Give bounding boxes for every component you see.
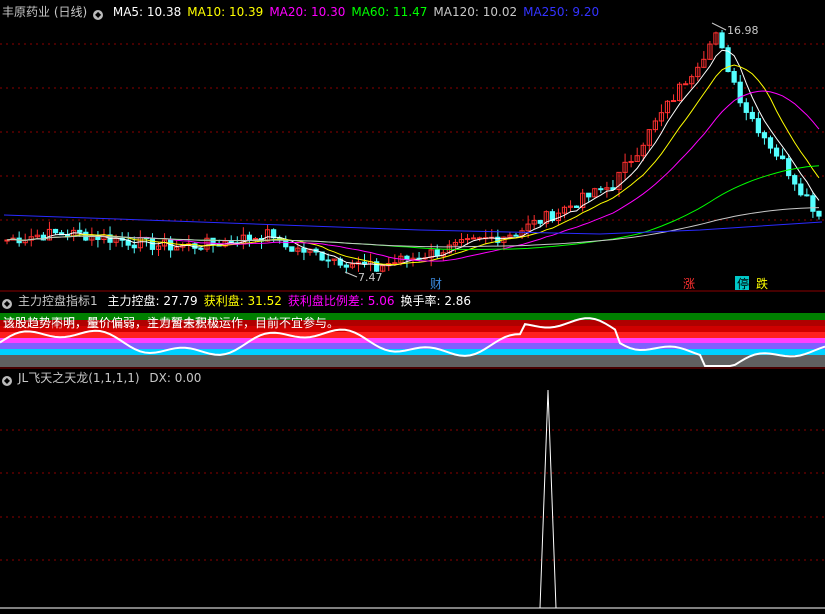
candle-body (670, 100, 677, 103)
candle-body (798, 183, 804, 196)
candle-body (719, 32, 725, 49)
candle-body (731, 71, 737, 83)
indicator-value: 获利盘: 31.52 (203, 294, 282, 308)
candle-body (749, 111, 755, 120)
indicator-values: 主力控盘: 27.79 获利盘: 31.52 获利盘比例差: 5.06 换手率: 2.… (107, 294, 477, 308)
candle-body (683, 83, 689, 86)
candle-body (246, 234, 253, 240)
event-marker: 财 (430, 277, 442, 291)
candle-body (537, 219, 543, 224)
high-price-label: 16.98 (727, 24, 759, 37)
ma5-line (6, 49, 820, 266)
indicator-value: 获利盘比例差: 5.06 (287, 294, 395, 308)
candle-body (573, 205, 580, 208)
candle-body (598, 188, 604, 191)
candle-body (755, 118, 761, 134)
candle-body (464, 238, 471, 241)
candle-body (586, 192, 592, 198)
candle-body (816, 210, 822, 217)
candle-body (810, 195, 816, 212)
candle-body (786, 158, 792, 177)
indicator-value: 主力控盘: 27.79 (107, 294, 198, 308)
candle-body (404, 255, 410, 261)
candle-body (761, 132, 768, 139)
dx-line (0, 389, 825, 609)
indicator-value: 换手率: 2.86 (400, 294, 472, 308)
candle-body (325, 259, 331, 262)
candle-body (773, 147, 780, 157)
event-marker: 停 (737, 276, 749, 291)
candle-body (628, 160, 634, 163)
indicator-title: 主力控盘指标1 (18, 294, 98, 308)
candle-body (737, 81, 743, 104)
candle-body (804, 194, 810, 197)
dx-panel-header: ◆ JL飞天之天龙(1,1,1,1) DX: 0.00 (0, 369, 207, 387)
candle-body (470, 237, 477, 240)
candle-body (343, 264, 349, 268)
indicator-settings-icon[interactable]: ◆ (2, 299, 12, 309)
candle-body (283, 239, 289, 248)
candle-body (252, 238, 259, 241)
indicator-panel-header: ◆ 主力控盘指标1 主力控盘: 27.79 获利盘: 31.52 获利盘比例差: 5.… (0, 292, 483, 310)
candle-body (779, 155, 786, 160)
low-price-label: 7.47 (358, 271, 383, 284)
analysis-message-overlap: 这股趋势向下，股价偏弱，注意资金变化 (3, 316, 220, 330)
candle-body (743, 102, 749, 113)
candle-body (513, 234, 519, 237)
candle-body (767, 137, 774, 149)
candle-body (289, 246, 295, 252)
candle-body (392, 262, 398, 265)
candle-body (792, 175, 798, 185)
candle-body (301, 247, 307, 253)
candle-body (271, 229, 277, 239)
low-pointer (344, 271, 358, 278)
candle-body (77, 229, 83, 233)
candle-body (434, 249, 440, 257)
candle-body (198, 247, 204, 250)
indicator-band (0, 332, 825, 338)
candle-body (131, 244, 137, 249)
event-marker: 涨 (683, 276, 695, 291)
ma10-line (6, 64, 820, 266)
dx-value: DX: 0.00 (149, 371, 202, 385)
high-pointer (711, 22, 727, 31)
event-marker: 跌 (756, 276, 768, 291)
candle-body (52, 228, 59, 234)
dx-indicator-title: JL飞天之天龙(1,1,1,1) (18, 371, 140, 385)
dx-settings-icon[interactable]: ◆ (2, 376, 12, 386)
